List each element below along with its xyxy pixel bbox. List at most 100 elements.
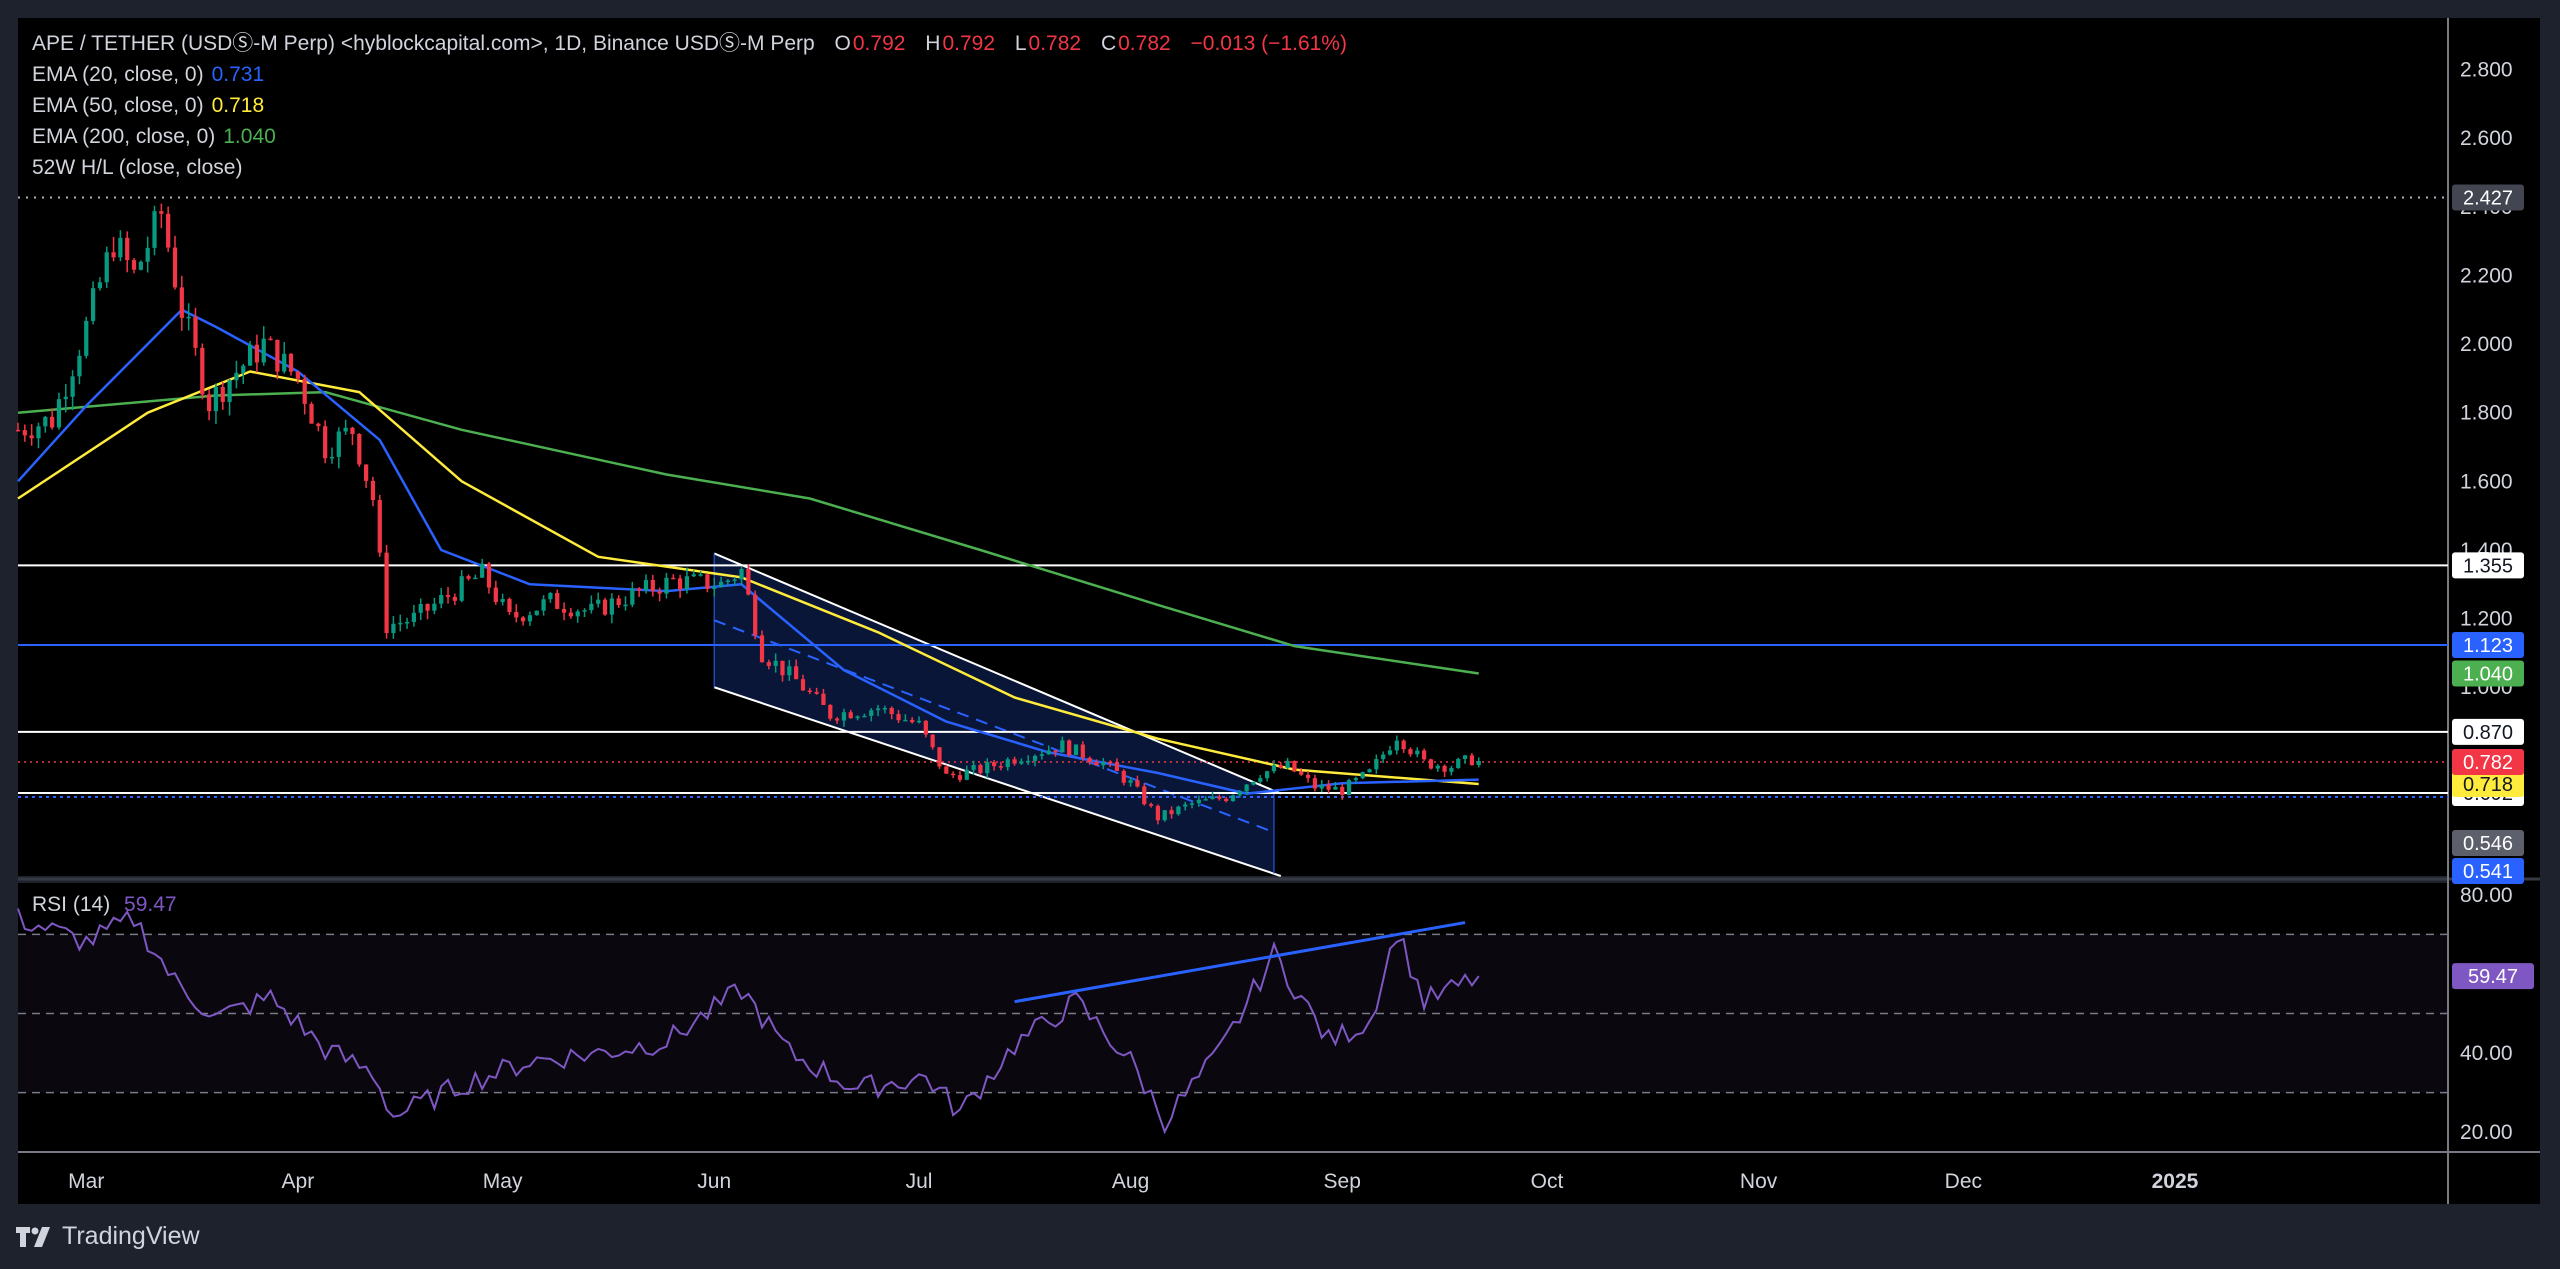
price-tick-label: 1.800: [2460, 402, 2513, 425]
candle-body: [732, 579, 737, 581]
candle-body: [609, 598, 614, 615]
candle-body: [664, 577, 669, 594]
candle-body: [1121, 770, 1126, 783]
candle-body: [1142, 786, 1147, 805]
candle-body: [152, 211, 157, 248]
candle-body: [111, 252, 116, 258]
time-tick-label: Apr: [282, 1170, 315, 1193]
candle-body: [520, 617, 526, 622]
candle-body: [288, 353, 294, 372]
candle-body: [254, 344, 260, 363]
price-tick-label: 2.200: [2460, 264, 2513, 287]
candle-body: [1408, 749, 1413, 755]
indicator-ema20[interactable]: EMA (20, close, 0) 0.731: [32, 59, 1347, 90]
time-tick-label: May: [483, 1170, 523, 1193]
candle-body: [671, 577, 676, 580]
chart-legend: APE / TETHER (USDⓈ-M Perp) <hyblockcapit…: [32, 28, 1347, 183]
candle-body: [1039, 754, 1044, 756]
candle-body: [759, 635, 765, 663]
candle-body: [1476, 761, 1481, 766]
candle-body: [500, 598, 505, 602]
candle-body: [937, 747, 942, 767]
candle-body: [1224, 798, 1229, 802]
candle-body: [1073, 744, 1079, 756]
candle-body: [1271, 765, 1277, 772]
candle-body: [1394, 740, 1399, 751]
candle-body: [882, 707, 887, 710]
indicator-label: EMA (50, close, 0): [32, 94, 204, 117]
candle-body: [896, 714, 901, 721]
price-badge-last: 0.782: [2463, 752, 2513, 774]
candle-body: [1367, 769, 1372, 773]
indicator-value: 1.040: [223, 125, 276, 148]
candle-body: [1237, 791, 1242, 796]
price-tick-label: 1.600: [2460, 470, 2513, 493]
candle-body: [1155, 805, 1161, 821]
time-axis[interactable]: [18, 1152, 2448, 1204]
indicator-ema50[interactable]: EMA (50, close, 0) 0.718: [32, 90, 1347, 121]
candle-body: [1203, 799, 1208, 801]
candle-body: [309, 403, 314, 424]
ohlc-high-value: 0.792: [942, 32, 996, 55]
tradingview-logo[interactable]: TradingView: [16, 1222, 200, 1251]
candle-body: [1422, 750, 1427, 760]
candle-body: [910, 719, 915, 723]
candle-body: [377, 500, 382, 553]
candle-body: [1108, 761, 1113, 764]
candle-body: [1080, 744, 1085, 758]
time-tick-label: Nov: [1740, 1170, 1778, 1193]
candle-body: [56, 399, 62, 428]
candle-body: [787, 666, 792, 676]
time-tick-label: Dec: [1945, 1170, 1982, 1193]
candle-body: [29, 435, 34, 439]
rsi-legend[interactable]: RSI (14) 59.47: [32, 893, 177, 917]
candle-body: [725, 580, 731, 583]
candle-body: [207, 394, 212, 412]
candle-body: [459, 576, 464, 601]
candle-body: [985, 762, 990, 774]
price-badge-level: 1.355: [2463, 555, 2513, 577]
candle-body: [1196, 799, 1201, 804]
candle-body: [507, 598, 512, 612]
candle-body: [384, 552, 389, 633]
time-tick-label: Jun: [697, 1170, 731, 1193]
candle-body: [186, 316, 191, 319]
candle-body: [1176, 806, 1181, 815]
candle-body: [364, 464, 369, 481]
candle-body: [848, 712, 853, 719]
candle-body: [1135, 780, 1140, 787]
chart-canvas[interactable]: 2.8002.6002.4002.2002.0001.8001.6001.400…: [0, 0, 2560, 1269]
candle-body: [746, 568, 751, 595]
candle-body: [302, 378, 307, 404]
candle-body: [548, 593, 553, 600]
candle-body: [1148, 804, 1154, 806]
candle-body: [807, 690, 812, 692]
candle-body: [118, 237, 123, 258]
candle-body: [432, 603, 437, 611]
indicator-ema200[interactable]: EMA (200, close, 0) 1.040: [32, 121, 1347, 152]
candle-body: [869, 710, 874, 716]
candle-body: [964, 769, 969, 780]
candle-body: [800, 679, 806, 691]
tradingview-brand: TradingView: [62, 1222, 200, 1250]
candle-body: [1428, 759, 1434, 769]
candle-body: [650, 580, 655, 592]
indicator-52w-hl[interactable]: 52W H/L (close, close): [32, 152, 1347, 183]
candle-body: [916, 720, 922, 723]
candle-body: [1019, 761, 1024, 764]
rsi-tick-label: 20.00: [2460, 1121, 2513, 1144]
candle-body: [411, 612, 417, 623]
candle-body: [404, 622, 410, 624]
candle-body: [1340, 786, 1345, 795]
ohlc-low-key: L: [1014, 32, 1027, 55]
candle-body: [1333, 786, 1338, 790]
price-tick-label: 1.200: [2460, 608, 2513, 631]
ohlc-close-key: C: [1100, 32, 1117, 55]
candle-body: [643, 580, 649, 591]
candle-body: [875, 708, 881, 711]
symbol-header[interactable]: APE / TETHER (USDⓈ-M Perp) <hyblockcapit…: [32, 28, 1347, 59]
candle-body: [370, 480, 376, 501]
candle-body: [316, 423, 321, 427]
candle-body: [1285, 760, 1290, 768]
candle-body: [1469, 755, 1475, 766]
